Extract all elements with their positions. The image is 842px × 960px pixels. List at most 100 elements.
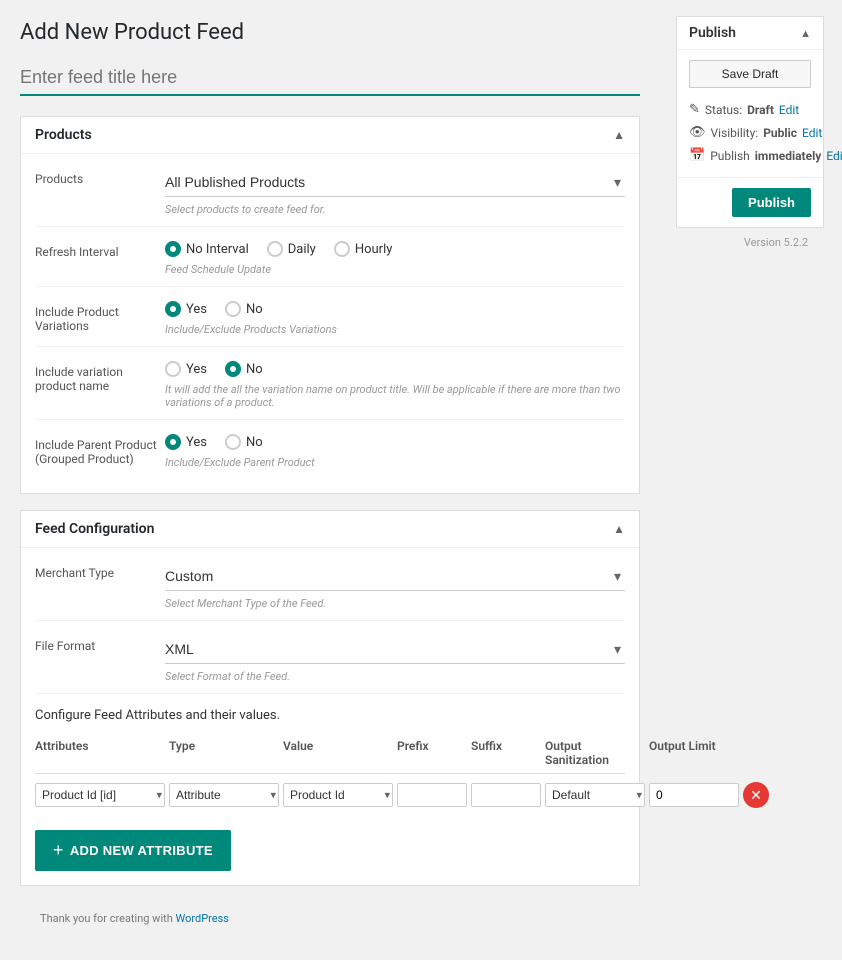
eye-icon: 👁: [689, 125, 706, 140]
save-draft-button[interactable]: Save Draft: [689, 60, 811, 88]
col-header-type: Type: [169, 739, 279, 767]
publish-time-edit-link[interactable]: Edit: [826, 149, 842, 163]
include-variations-label: Include Product Variations: [35, 301, 165, 333]
include-parent-hint: Include/Exclude Parent Product: [165, 456, 625, 469]
radio-no-interval-label: No Interval: [186, 242, 249, 257]
feed-title-input[interactable]: [20, 61, 640, 96]
file-format-hint: Select Format of the Feed.: [165, 670, 625, 683]
output-sanitization-select[interactable]: Default Strip Tags Encode HTML: [545, 783, 645, 807]
file-format-select-wrapper: XML CSV TSV: [165, 635, 625, 664]
publish-box: Publish ▲ Save Draft ✎ Status: Draft Edi…: [676, 16, 824, 228]
file-format-field-row: File Format XML CSV TSV Select Format of…: [35, 621, 625, 694]
publish-time-row: 📅 Publish immediately Edit: [689, 144, 811, 167]
radio-varname-yes[interactable]: Yes: [165, 361, 207, 377]
publish-body: Save Draft ✎ Status: Draft Edit 👁 Visibi…: [677, 50, 823, 177]
attributes-table-header: Attributes Type Value Prefix Suffix Outp…: [35, 733, 625, 774]
publish-box-header: Publish ▲: [677, 17, 823, 50]
add-attribute-label: ADD NEW ATTRIBUTE: [70, 843, 213, 858]
radio-varname-no-label: No: [246, 362, 263, 377]
include-parent-control: Yes No Include/Exclude Parent Product: [165, 434, 625, 469]
attribute-row: Product Id [id] Product Title Product Pr…: [35, 774, 625, 816]
variation-name-hint: It will add the all the variation name o…: [165, 383, 625, 409]
radio-varname-yes-label: Yes: [186, 362, 207, 377]
radio-parent-no[interactable]: No: [225, 434, 263, 450]
merchant-type-field-row: Merchant Type Custom Google Facebook Sel…: [35, 548, 625, 621]
calendar-icon: 📅: [689, 148, 705, 163]
radio-variations-no-indicator: [225, 301, 241, 317]
version-text: Version 5.2.2: [676, 228, 824, 257]
include-variations-control: Yes No Include/Exclude Products Variatio…: [165, 301, 625, 336]
col-header-value: Value: [283, 739, 393, 767]
publish-collapse-icon[interactable]: ▲: [800, 27, 811, 40]
include-parent-field-row: Include Parent Product (Grouped Product)…: [35, 420, 625, 479]
radio-no-interval[interactable]: No Interval: [165, 241, 249, 257]
type-select[interactable]: Attribute Static Pattern: [169, 783, 279, 807]
publish-meta: ✎ Status: Draft Edit 👁 Visibility: Publi…: [689, 98, 811, 167]
variation-name-radio-group: Yes No: [165, 361, 625, 377]
page-title: Add New Product Feed: [20, 20, 640, 45]
output-sanitization-select-wrapper: Default Strip Tags Encode HTML: [545, 783, 645, 807]
status-value: Draft: [747, 103, 774, 117]
radio-daily-label: Daily: [288, 242, 316, 257]
products-select-wrapper: All Published Products Featured Products…: [165, 168, 625, 197]
status-label: Status:: [705, 103, 742, 117]
merchant-type-label: Merchant Type: [35, 562, 165, 580]
radio-varname-no[interactable]: No: [225, 361, 263, 377]
products-section: Products ▲ Products All Published Produc…: [20, 116, 640, 494]
suffix-input[interactable]: [471, 783, 541, 807]
include-variations-field-row: Include Product Variations Yes No: [35, 287, 625, 347]
radio-variations-no[interactable]: No: [225, 301, 263, 317]
merchant-type-select[interactable]: Custom Google Facebook: [165, 562, 625, 591]
configure-attributes-label: Configure Feed Attributes and their valu…: [35, 694, 625, 733]
radio-parent-no-indicator: [225, 434, 241, 450]
products-section-header: Products ▲: [21, 117, 639, 154]
col-header-prefix: Prefix: [397, 739, 467, 767]
visibility-value: Public: [763, 126, 797, 140]
publish-button[interactable]: Publish: [732, 188, 811, 217]
attribute-select[interactable]: Product Id [id] Product Title Product Pr…: [35, 783, 165, 807]
feed-config-section-header: Feed Configuration ▲: [21, 511, 639, 548]
add-new-attribute-button[interactable]: + ADD NEW ATTRIBUTE: [35, 830, 231, 871]
file-format-control: XML CSV TSV Select Format of the Feed.: [165, 635, 625, 683]
variation-name-control: Yes No It will add the all the variation…: [165, 361, 625, 409]
col-header-output-sanitization: Output Sanitization: [545, 739, 645, 767]
file-format-label: File Format: [35, 635, 165, 653]
col-header-suffix: Suffix: [471, 739, 541, 767]
wordpress-link[interactable]: WordPress: [176, 912, 229, 925]
feed-config-collapse-icon[interactable]: ▲: [613, 522, 625, 536]
radio-daily[interactable]: Daily: [267, 241, 316, 257]
merchant-type-hint: Select Merchant Type of the Feed.: [165, 597, 625, 610]
merchant-type-select-wrapper: Custom Google Facebook: [165, 562, 625, 591]
products-select[interactable]: All Published Products Featured Products…: [165, 168, 625, 197]
products-label: Products: [35, 168, 165, 186]
radio-hourly-indicator: [334, 241, 350, 257]
radio-daily-indicator: [267, 241, 283, 257]
radio-variations-yes-label: Yes: [186, 302, 207, 317]
radio-parent-yes[interactable]: Yes: [165, 434, 207, 450]
visibility-label: Visibility:: [711, 126, 759, 140]
status-edit-link[interactable]: Edit: [779, 103, 799, 117]
radio-varname-no-indicator: [225, 361, 241, 377]
prefix-input[interactable]: [397, 783, 467, 807]
radio-no-interval-indicator: [165, 241, 181, 257]
visibility-row: 👁 Visibility: Public Edit: [689, 121, 811, 144]
include-variations-hint: Include/Exclude Products Variations: [165, 323, 625, 336]
merchant-type-control: Custom Google Facebook Select Merchant T…: [165, 562, 625, 610]
type-select-wrapper: Attribute Static Pattern: [169, 783, 279, 807]
radio-variations-yes[interactable]: Yes: [165, 301, 207, 317]
radio-variations-yes-indicator: [165, 301, 181, 317]
radio-variations-no-label: No: [246, 302, 263, 317]
refresh-interval-field-row: Refresh Interval No Interval Daily: [35, 227, 625, 287]
col-header-attributes: Attributes: [35, 739, 165, 767]
variation-name-field-row: Include variation product name Yes No: [35, 347, 625, 420]
feed-config-section: Feed Configuration ▲ Merchant Type Custo…: [20, 510, 640, 886]
include-parent-radio-group: Yes No: [165, 434, 625, 450]
products-section-collapse-icon[interactable]: ▲: [613, 128, 625, 142]
radio-hourly[interactable]: Hourly: [334, 241, 393, 257]
value-select[interactable]: Product Id Product Title: [283, 783, 393, 807]
visibility-edit-link[interactable]: Edit: [802, 126, 822, 140]
radio-parent-yes-label: Yes: [186, 435, 207, 450]
publish-time-value: immediately: [755, 149, 822, 163]
file-format-select[interactable]: XML CSV TSV: [165, 635, 625, 664]
radio-varname-yes-indicator: [165, 361, 181, 377]
